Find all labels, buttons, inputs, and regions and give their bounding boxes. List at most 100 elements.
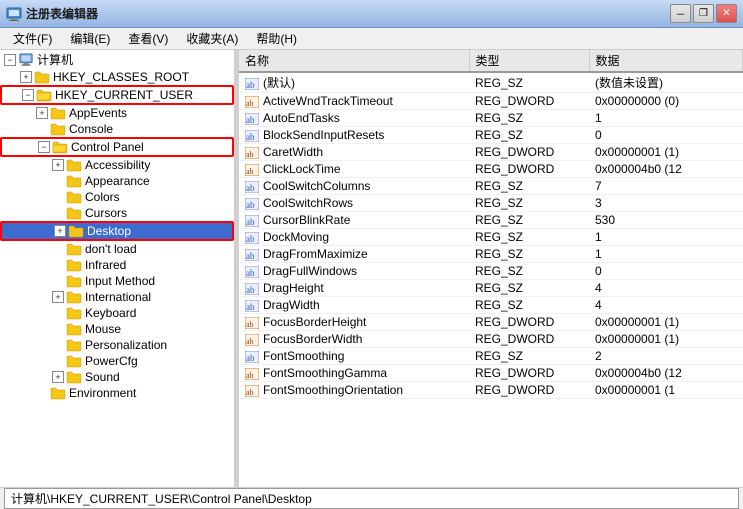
tree-item-powercfg[interactable]: PowerCfg <box>0 353 234 369</box>
menu-item-edit[interactable]: 编辑(E) <box>61 27 119 50</box>
table-row[interactable]: ab AutoEndTasksREG_SZ1 <box>239 110 743 127</box>
cell-name-5: ab ClickLockTime <box>239 161 469 178</box>
cell-name-17: ab FontSmoothingGamma <box>239 365 469 382</box>
expand-btn-appevents[interactable]: + <box>36 107 48 119</box>
tree-item-accessibility[interactable]: + Accessibility <box>0 157 234 173</box>
folder-icon-colors <box>66 190 82 204</box>
reg-type-icon-5: ab <box>245 165 259 176</box>
folder-icon-desktop <box>68 224 84 238</box>
table-row[interactable]: ab FontSmoothingGammaREG_DWORD0x000004b0… <box>239 365 743 382</box>
expand-btn-computer[interactable]: − <box>4 54 16 66</box>
tree-item-hkcu[interactable]: − HKEY_CURRENT_USER <box>2 87 232 103</box>
cell-data-2: 1 <box>589 110 743 127</box>
col-name-header: 名称 <box>239 50 469 72</box>
cell-type-3: REG_SZ <box>469 127 589 144</box>
tree-item-computer[interactable]: − 计算机 <box>0 50 234 69</box>
menu-item-file[interactable]: 文件(F) <box>4 27 61 50</box>
restore-button[interactable]: ❐ <box>693 4 714 23</box>
table-row[interactable]: ab FocusBorderHeightREG_DWORD0x00000001 … <box>239 314 743 331</box>
table-row[interactable]: ab (默认)REG_SZ(数值未设置) <box>239 72 743 93</box>
tree-label-cursors: Cursors <box>85 206 127 220</box>
folder-icon-appearance <box>66 174 82 188</box>
menu-item-view[interactable]: 查看(V) <box>119 27 177 50</box>
table-row[interactable]: ab DockMovingREG_SZ1 <box>239 229 743 246</box>
reg-type-icon-1: ab <box>245 97 259 108</box>
menu-item-favorites[interactable]: 收藏夹(A) <box>177 27 247 50</box>
folder-icon-sound <box>66 370 82 384</box>
cell-type-0: REG_SZ <box>469 72 589 93</box>
content-area: − 计算机+ HKEY_CLASSES_ROOT − HKEY_CURRENT_U… <box>0 50 743 487</box>
tree-item-mouse[interactable]: Mouse <box>0 321 234 337</box>
cell-type-17: REG_DWORD <box>469 365 589 382</box>
tree-item-keyboard[interactable]: Keyboard <box>0 305 234 321</box>
table-row[interactable]: ab DragFromMaximizeREG_SZ1 <box>239 246 743 263</box>
tree-label-inputmethod: Input Method <box>85 274 155 288</box>
reg-type-icon-10: ab <box>245 250 259 261</box>
expand-btn-accessibility[interactable]: + <box>52 159 64 171</box>
col-data-header: 数据 <box>589 50 743 72</box>
expand-btn-controlpanel[interactable]: − <box>38 141 50 153</box>
reg-type-icon-14: ab <box>245 318 259 329</box>
tree-item-hkcr[interactable]: + HKEY_CLASSES_ROOT <box>0 69 234 85</box>
tree-item-international[interactable]: + International <box>0 289 234 305</box>
table-row[interactable]: ab CoolSwitchColumnsREG_SZ7 <box>239 178 743 195</box>
menu-item-help[interactable]: 帮助(H) <box>247 27 306 50</box>
tree-item-cursors[interactable]: Cursors <box>0 205 234 221</box>
cell-data-3: 0 <box>589 127 743 144</box>
cell-data-9: 1 <box>589 229 743 246</box>
tree-item-dontload[interactable]: don't load <box>0 241 234 257</box>
table-row[interactable]: ab CaretWidthREG_DWORD0x00000001 (1) <box>239 144 743 161</box>
cell-name-18: ab FontSmoothingOrientation <box>239 382 469 399</box>
tree-item-colors[interactable]: Colors <box>0 189 234 205</box>
tree-label-appearance: Appearance <box>85 174 150 188</box>
status-bar: 计算机\HKEY_CURRENT_USER\Control Panel\Desk… <box>0 487 743 509</box>
tree-label-accessibility: Accessibility <box>85 158 150 172</box>
cell-type-11: REG_SZ <box>469 263 589 280</box>
svg-text:ab: ab <box>246 302 255 312</box>
table-row[interactable]: ab DragWidthREG_SZ4 <box>239 297 743 314</box>
cell-data-1: 0x00000000 (0) <box>589 93 743 110</box>
close-button[interactable]: ✕ <box>716 4 737 23</box>
expand-btn-hkcr[interactable]: + <box>20 71 32 83</box>
svg-text:ab: ab <box>246 132 255 142</box>
tree-item-console[interactable]: Console <box>0 121 234 137</box>
table-row[interactable]: ab CoolSwitchRowsREG_SZ3 <box>239 195 743 212</box>
folder-icon-personalization <box>66 338 82 352</box>
table-row[interactable]: ab DragHeightREG_SZ4 <box>239 280 743 297</box>
window-title: 注册表编辑器 <box>26 5 670 22</box>
expand-btn-desktop[interactable]: + <box>54 225 66 237</box>
tree-item-environment[interactable]: Environment <box>0 385 234 401</box>
table-row[interactable]: ab FocusBorderWidthREG_DWORD0x00000001 (… <box>239 331 743 348</box>
expand-placeholder-inputmethod <box>52 275 64 287</box>
expand-btn-hkcu[interactable]: − <box>22 89 34 101</box>
table-row[interactable]: ab FontSmoothingOrientationREG_DWORD0x00… <box>239 382 743 399</box>
tree-item-controlpanel[interactable]: − Control Panel <box>2 139 232 155</box>
table-row[interactable]: ab ClickLockTimeREG_DWORD0x000004b0 (12 <box>239 161 743 178</box>
expand-btn-international[interactable]: + <box>52 291 64 303</box>
table-row[interactable]: ab CursorBlinkRateREG_SZ530 <box>239 212 743 229</box>
tree-item-desktop[interactable]: + Desktop <box>2 223 232 239</box>
tree-item-personalization[interactable]: Personalization <box>0 337 234 353</box>
tree-label-infrared: Infrared <box>85 258 126 272</box>
minimize-button[interactable]: － <box>670 4 691 23</box>
table-row[interactable]: ab DragFullWindowsREG_SZ0 <box>239 263 743 280</box>
cell-data-8: 530 <box>589 212 743 229</box>
tree-item-inputmethod[interactable]: Input Method <box>0 273 234 289</box>
tree-label-environment: Environment <box>69 386 136 400</box>
table-row[interactable]: ab ActiveWndTrackTimeoutREG_DWORD0x00000… <box>239 93 743 110</box>
table-row[interactable]: ab FontSmoothingREG_SZ2 <box>239 348 743 365</box>
tree-item-infrared[interactable]: Infrared <box>0 257 234 273</box>
svg-text:ab: ab <box>246 167 254 176</box>
folder-icon-accessibility <box>66 158 82 172</box>
reg-type-icon-17: ab <box>245 369 259 380</box>
cell-name-15: ab FocusBorderWidth <box>239 331 469 348</box>
tree-item-sound[interactable]: + Sound <box>0 369 234 385</box>
tree-label-powercfg: PowerCfg <box>85 354 138 368</box>
cell-name-6: ab CoolSwitchColumns <box>239 178 469 195</box>
expand-btn-sound[interactable]: + <box>52 371 64 383</box>
tree-item-appearance[interactable]: Appearance <box>0 173 234 189</box>
table-row[interactable]: ab BlockSendInputResetsREG_SZ0 <box>239 127 743 144</box>
expand-placeholder-powercfg <box>52 355 64 367</box>
reg-type-icon-9: ab <box>245 233 259 244</box>
tree-item-appevents[interactable]: + AppEvents <box>0 105 234 121</box>
